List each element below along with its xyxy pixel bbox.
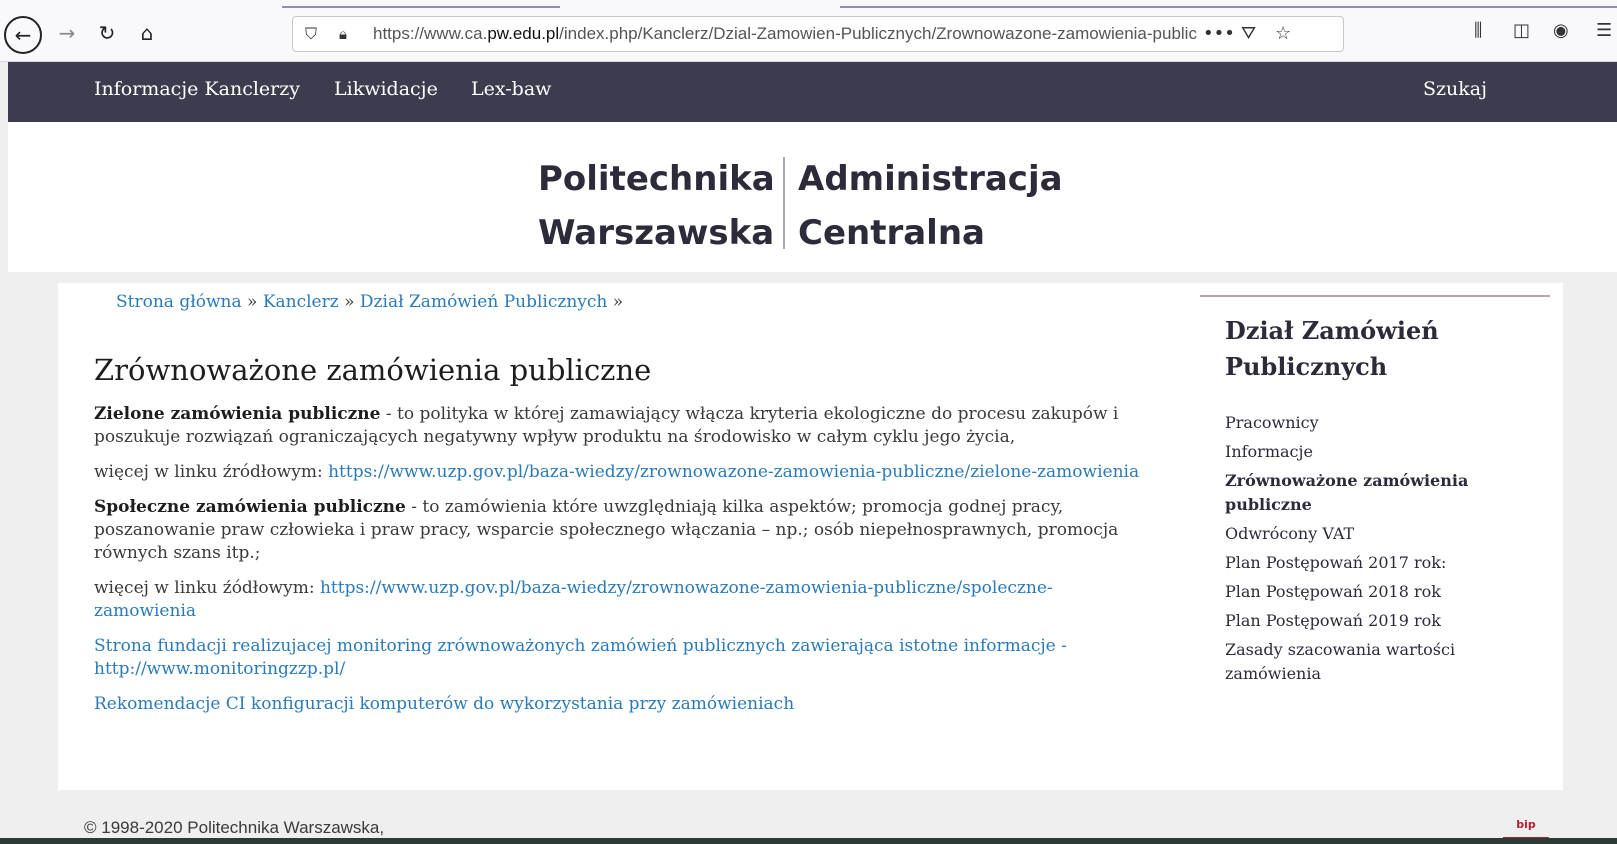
nav-item-informacje-kanclerzy[interactable]: Informacje Kanclerzy [94,78,300,100]
search-link[interactable]: Szukaj [1423,78,1487,100]
pocket-icon[interactable]: ⛛ [1241,23,1256,44]
paragraph-text: więcej w linku źródłowym: [94,462,329,482]
site-header: Politechnika Warszawska Administracja Ce… [8,122,1617,272]
sidebar-item-plan-2018[interactable]: Plan Postępowań 2018 rok [1225,580,1525,604]
star-icon[interactable]: ☆ [1275,23,1291,44]
breadcrumb-home[interactable]: Strona główna [116,292,242,312]
sidebar-item-zrownowazone[interactable]: Zrównoważone zamówienia publiczne [1225,469,1525,517]
term-social: Społeczne zamówienia publiczne [94,497,406,517]
paragraph-social-link: więcej w linku źódłowym: https://www.uzp… [94,577,1154,623]
page-title: Zrównoważone zamówienia publiczne [94,353,652,387]
sidebar-item-plan-2019[interactable]: Plan Postępowań 2019 rok [1225,609,1525,633]
logo-line1-right: Administracja [798,159,1063,199]
term-green: Zielone zamówienia publiczne [94,404,381,424]
link-recommendations[interactable]: Rekomendacje CI konfiguracji komputerów … [94,694,794,714]
breadcrumb-separator: » [247,292,258,312]
nav-item-lex-baw[interactable]: Lex-baw [471,78,551,100]
paragraph-text: więcej w linku źódłowym: [94,578,320,598]
sidebar-item-pracownicy[interactable]: Pracownicy [1225,411,1525,435]
breadcrumb-dzial[interactable]: Dział Zamówień Publicznych [360,292,607,312]
content-card: Strona główna » Kanclerz » Dział Zamówie… [58,283,1563,790]
paragraph-green-link: więcej w linku źródłowym: https://www.uz… [94,461,1154,484]
sidebar-item-zasady[interactable]: Zasady szacowania wartości zamówienia [1225,638,1525,686]
sidebar-menu: Pracownicy Informacje Zrównoważone zamów… [1225,411,1525,691]
article-body: Zielone zamówienia publiczne - to polity… [94,403,1154,728]
breadcrumb-kanclerz[interactable]: Kanclerz [263,292,339,312]
paragraph-monitoring: Strona fundacji realizujacej monitoring … [94,635,1154,681]
logo-line2-left: Warszawska [538,213,775,253]
sidebar-divider [1200,295,1550,297]
taskbar-strip [0,838,1617,844]
shield-icon[interactable]: ⛉ [305,24,327,44]
logo-line1-left: Politechnika [538,159,775,199]
browser-toolbar: ← → ↻ ⌂ ⛉ 🔒︎ https://www.ca.pw.edu.pl/in… [0,0,1617,62]
breadcrumb-separator: » [344,292,355,312]
sidebar-item-odwrocony-vat[interactable]: Odwrócony VAT [1225,522,1525,546]
link-monitoring[interactable]: Strona fundacji realizujacej monitoring … [94,636,1067,679]
breadcrumb: Strona główna » Kanclerz » Dział Zamówie… [116,292,623,312]
url-bar[interactable]: ⛉ 🔒︎ https://www.ca.pw.edu.pl/index.php/… [292,16,1344,52]
nav-item-likwidacje[interactable]: Likwidacje [334,78,438,100]
back-arrow-icon[interactable]: ← [4,16,42,54]
paragraph-recommendations: Rekomendacje CI konfiguracji komputerów … [94,693,1154,716]
logo-divider [783,157,785,249]
account-icon[interactable]: ◉ [1553,20,1569,41]
forward-arrow-icon[interactable]: → [52,18,82,48]
library-icon[interactable]: ⫼ [1474,20,1482,41]
tab-indicator [840,6,1617,8]
logo-administracja[interactable]: Administracja Centralna [798,152,1063,260]
footer-copyright: © 1998-2020 Politechnika Warszawska, [84,818,385,837]
site-navbar: Informacje Kanclerzy Likwidacje Lex-baw … [8,62,1617,122]
tab-indicator [282,6,560,8]
sidebar-title: Dział Zamówień Publicznych [1225,316,1439,381]
logo-politechnika[interactable]: Politechnika Warszawska [538,152,775,260]
paragraph-social: Społeczne zamówienia publiczne - to zamó… [94,496,1154,565]
lock-icon[interactable]: 🔒︎ [339,25,361,43]
reload-icon[interactable]: ↻ [92,18,122,48]
more-icon[interactable]: ••• [1203,23,1235,44]
home-icon[interactable]: ⌂ [132,18,162,48]
paragraph-green: Zielone zamówienia publiczne - to polity… [94,403,1154,449]
bip-logo[interactable]: bip [1503,818,1549,840]
logo-line2-right: Centralna [798,213,985,253]
url-text[interactable]: https://www.ca.pw.edu.pl/index.php/Kancl… [373,24,1243,44]
sidebar-item-plan-2017[interactable]: Plan Postępowań 2017 rok: [1225,551,1525,575]
breadcrumb-separator: » [612,292,624,312]
link-green-source[interactable]: https://www.uzp.gov.pl/baza-wiedzy/zrown… [328,462,1139,482]
menu-icon[interactable]: ☰ [1596,20,1612,41]
sidebar-item-informacje[interactable]: Informacje [1225,440,1525,464]
sidebar-icon[interactable]: ◫ [1513,20,1530,41]
